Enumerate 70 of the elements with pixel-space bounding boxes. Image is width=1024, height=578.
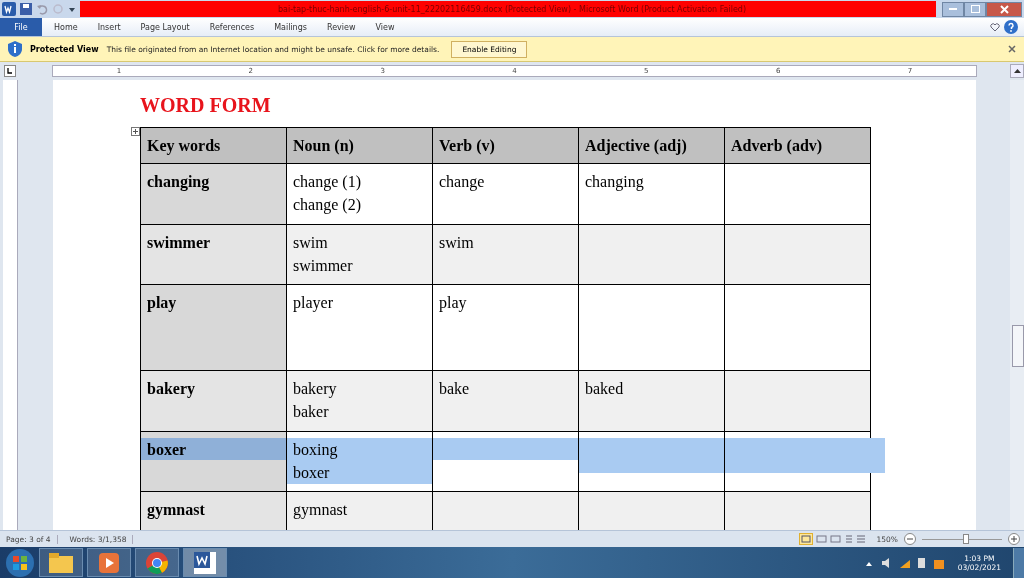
table-cell-text: swim: [293, 233, 328, 253]
table-cell-text: swimmer: [293, 256, 353, 276]
column-header: Noun (n): [286, 127, 433, 164]
help-icon[interactable]: [1004, 20, 1018, 34]
table-cell-text: changing: [585, 172, 644, 193]
ribbon-tab[interactable]: Insert: [89, 22, 129, 32]
column-header: Adjective (adj): [578, 127, 725, 164]
protected-view-label: Protected View: [30, 44, 99, 54]
key-word: swimmer: [147, 233, 211, 253]
ribbon-tab[interactable]: View: [367, 22, 403, 32]
start-button[interactable]: [5, 547, 35, 578]
maximize-icon: [970, 5, 980, 13]
show-desktop-button[interactable]: [1013, 547, 1024, 578]
heart-icon[interactable]: [990, 22, 1000, 32]
word-logo-icon[interactable]: [2, 2, 16, 16]
column-header: Verb (v): [432, 127, 579, 164]
ribbon-tab[interactable]: Home: [46, 22, 86, 32]
vertical-scrollbar[interactable]: [1010, 80, 1024, 530]
table-cell-text: boxing: [293, 440, 338, 461]
file-tab[interactable]: File: [0, 18, 42, 36]
browser-icon: [146, 551, 168, 574]
scroll-up-button[interactable]: [1010, 64, 1024, 78]
key-word: gymnast: [147, 500, 205, 521]
taskbar-app[interactable]: [87, 548, 131, 577]
close-icon[interactable]: [1008, 45, 1016, 53]
key-word: bakery: [147, 379, 195, 400]
save-icon[interactable]: [20, 3, 32, 15]
table-move-handle-icon[interactable]: [131, 127, 140, 136]
document-icon: [194, 551, 216, 574]
zoom-in-icon[interactable]: [1008, 533, 1020, 545]
table-cell-text: change (1): [293, 172, 361, 193]
table-cell-text: bake: [439, 379, 470, 399]
minimize-button[interactable]: [942, 1, 964, 17]
maximize-button[interactable]: [964, 1, 986, 17]
ribbon-tab[interactable]: Page Layout: [132, 22, 198, 32]
ribbon-tab[interactable]: Mailings: [266, 22, 315, 32]
column-header: Key words: [140, 127, 287, 164]
table-cell-text: boxer: [293, 463, 330, 483]
table-cell-text: bakery: [293, 379, 337, 400]
close-button[interactable]: [986, 1, 1022, 17]
table-cell-text: play: [439, 293, 467, 314]
tray-icons-drawing[interactable]: [865, 555, 946, 570]
media-player-icon: [99, 552, 119, 573]
table-cell-text: player: [293, 293, 333, 314]
taskbar-app[interactable]: [135, 548, 179, 577]
shield-info-icon: [8, 41, 22, 57]
window-title: bai-tap-thuc-hanh-english-6-unit-11_22202116459.docx (Protected View) - Microsoft Word (Product Activation Failed): [277, 4, 747, 14]
ribbon-tab[interactable]: References: [201, 22, 263, 32]
table-cell-text: gymnast: [293, 500, 348, 521]
document-heading: WORD FORM: [140, 94, 272, 117]
key-word: changing: [147, 172, 210, 193]
scroll-thumb[interactable]: [1012, 325, 1024, 367]
minimize-icon: [949, 7, 957, 11]
table-cell-text: baked: [585, 379, 624, 399]
caret-up-icon: [1013, 69, 1021, 73]
key-word: play: [147, 293, 177, 314]
taskbar-app[interactable]: [183, 548, 227, 577]
key-word: boxer: [147, 440, 187, 460]
zoom-out-icon[interactable]: [904, 533, 916, 545]
table-cell-text: swim: [439, 233, 474, 253]
ribbon-tab[interactable]: Review: [318, 22, 364, 32]
table-cell-text: change: [439, 172, 485, 193]
close-icon: [999, 4, 1009, 14]
tab-selector-icon[interactable]: [4, 65, 16, 77]
table-cell-text: change (2): [293, 195, 361, 216]
table-cell-text: baker: [293, 402, 329, 422]
folder-icon: [49, 552, 73, 573]
zoom-slider-thumb[interactable]: [963, 533, 969, 544]
column-header: Adverb (adv): [724, 127, 871, 164]
taskbar-app[interactable]: [39, 548, 83, 577]
